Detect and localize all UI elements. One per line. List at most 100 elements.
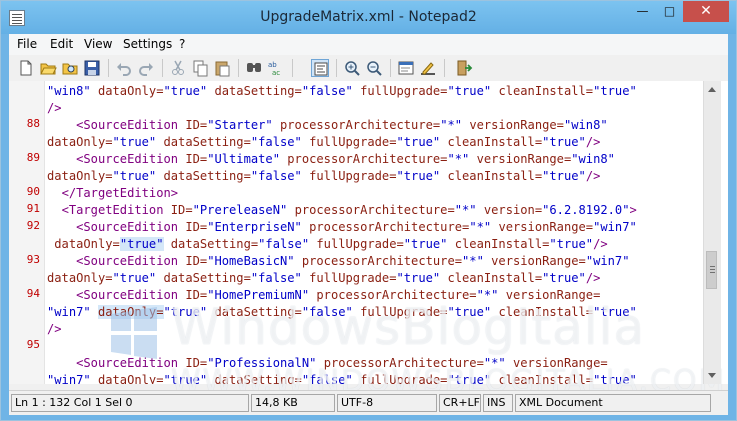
- code-line[interactable]: dataOnly="true" dataSetting="false" full…: [47, 134, 600, 151]
- find-icon[interactable]: [245, 59, 263, 77]
- code-token: processorArchitecture=: [309, 220, 470, 234]
- new-file-icon[interactable]: [17, 59, 35, 77]
- code-token: "false": [301, 305, 353, 319]
- code-line[interactable]: <SourceEdition ID="EnterpriseN" processo…: [47, 219, 637, 236]
- code-token: <SourceEdition: [76, 254, 179, 268]
- code-line[interactable]: dataOnly="true" dataSetting="false" full…: [47, 236, 608, 253]
- close-button[interactable]: ✕: [683, 1, 729, 22]
- menu-file[interactable]: File: [17, 37, 37, 51]
- cut-icon[interactable]: [169, 59, 187, 77]
- code-token: "true": [403, 237, 448, 251]
- scroll-down-icon[interactable]: [708, 373, 716, 378]
- paste-icon[interactable]: [213, 59, 231, 77]
- code-token: "true": [163, 305, 208, 319]
- word-wrap-icon[interactable]: [311, 59, 329, 77]
- code-token: "true": [593, 305, 637, 319]
- code-line[interactable]: dataOnly="true" dataSetting="false" full…: [47, 168, 600, 185]
- code-line[interactable]: <SourceEdition ID="Ultimate" processorAr…: [47, 151, 615, 168]
- code-token: cleanInstall=: [447, 135, 543, 149]
- code-line[interactable]: <SourceEdition ID="HomePremiumN" process…: [47, 287, 600, 304]
- code-token: "*": [462, 254, 484, 268]
- code-token: fullUpgrade=: [309, 271, 397, 285]
- title-bar[interactable]: UpgradeMatrix.xml - Notepad2 — □ ✕: [1, 1, 736, 34]
- status-bar: Ln 1 : 132 Col 1 Sel 0 14,8 KB UTF-8 CR+…: [9, 390, 728, 415]
- customize-schemes-icon[interactable]: [419, 59, 437, 77]
- menu-view[interactable]: View: [84, 37, 112, 51]
- code-token: <TargetEdition: [61, 203, 164, 217]
- code-token: "true": [593, 373, 637, 384]
- code-token: "true": [542, 135, 586, 149]
- code-line[interactable]: "win8" dataOnly="true" dataSetting="fals…: [47, 83, 637, 100]
- code-token: <SourceEdition: [76, 288, 179, 302]
- code-line[interactable]: "win7" dataOnly="true" dataSetting="fals…: [47, 304, 637, 321]
- code-token: cleanInstall=: [454, 237, 550, 251]
- save-icon[interactable]: [83, 59, 101, 77]
- code-token: "true": [396, 135, 441, 149]
- menu-edit[interactable]: Edit: [50, 37, 73, 51]
- scheme-icon[interactable]: [397, 59, 415, 77]
- code-token: processorArchitecture=: [323, 356, 484, 370]
- redo-icon[interactable]: [137, 59, 155, 77]
- code-token: "true": [447, 373, 492, 384]
- browse-icon[interactable]: [61, 59, 79, 77]
- code-line[interactable]: <SourceEdition ID="Starter" processorArc…: [47, 117, 608, 134]
- code-token: "*": [469, 220, 492, 234]
- replace-icon[interactable]: ab ac: [267, 59, 285, 77]
- code-token: "true": [163, 373, 208, 384]
- menu-settings[interactable]: Settings: [123, 37, 172, 51]
- code-token: />: [585, 169, 601, 183]
- code-line[interactable]: dataOnly="true" dataSetting="false" full…: [47, 270, 600, 287]
- code-token: processorArchitecture=: [294, 203, 455, 217]
- status-encoding[interactable]: UTF-8: [337, 394, 437, 412]
- editor-area[interactable]: 88 89 90 91 92 93 94 95 "win8" dataOnly=…: [9, 81, 728, 399]
- code-token: dataSetting=: [214, 305, 302, 319]
- code-token: "EnterpriseN": [207, 220, 302, 234]
- code-line[interactable]: </TargetEdition>: [47, 185, 179, 202]
- undo-icon[interactable]: [115, 59, 133, 77]
- code-line[interactable]: />: [47, 321, 62, 338]
- code-text[interactable]: "win8" dataOnly="true" dataSetting="fals…: [47, 81, 703, 384]
- status-insert-mode: INS: [483, 394, 513, 412]
- code-token: ID=: [185, 220, 208, 234]
- code-line[interactable]: <SourceEdition ID="HomeBasicN" processor…: [47, 253, 629, 270]
- exit-icon[interactable]: [455, 59, 473, 77]
- code-token: "true": [163, 84, 208, 98]
- open-folder-icon[interactable]: [39, 59, 57, 77]
- code-line[interactable]: />: [47, 100, 62, 117]
- status-line-endings[interactable]: CR+LF: [439, 394, 481, 412]
- code-token: "true": [593, 84, 637, 98]
- vertical-scrollbar[interactable]: [703, 81, 721, 384]
- code-token: "HomeBasicN": [207, 254, 295, 268]
- code-token: "win7": [47, 373, 91, 384]
- svg-text:ab: ab: [268, 61, 277, 69]
- window-title: UpgradeMatrix.xml - Notepad2: [260, 9, 477, 25]
- svg-text:ac: ac: [272, 69, 280, 77]
- zoom-in-icon[interactable]: [343, 59, 361, 77]
- code-line[interactable]: <TargetEdition ID="PrereleaseN" processo…: [47, 202, 637, 219]
- minimize-button[interactable]: —: [629, 1, 656, 22]
- scroll-up-icon[interactable]: [708, 87, 716, 92]
- code-token: dataOnly=: [47, 135, 113, 149]
- code-token: "Ultimate": [207, 152, 280, 166]
- menu-help[interactable]: ?: [179, 37, 185, 51]
- client-area: File Edit View Settings ? ab ac 88 89 90…: [9, 34, 728, 415]
- code-line[interactable]: <SourceEdition ID="ProfessionalN" proces…: [47, 355, 608, 372]
- toolbar-separator: [336, 59, 337, 77]
- copy-icon[interactable]: [191, 59, 209, 77]
- code-token: "*": [440, 118, 463, 132]
- maximize-button[interactable]: □: [656, 1, 683, 22]
- zoom-out-icon[interactable]: [365, 59, 383, 77]
- code-line[interactable]: "win7" dataOnly="true" dataSetting="fals…: [47, 372, 637, 384]
- status-doc-type[interactable]: XML Document: [515, 394, 711, 412]
- scroll-thumb[interactable]: [706, 251, 717, 289]
- code-token: "false": [301, 84, 353, 98]
